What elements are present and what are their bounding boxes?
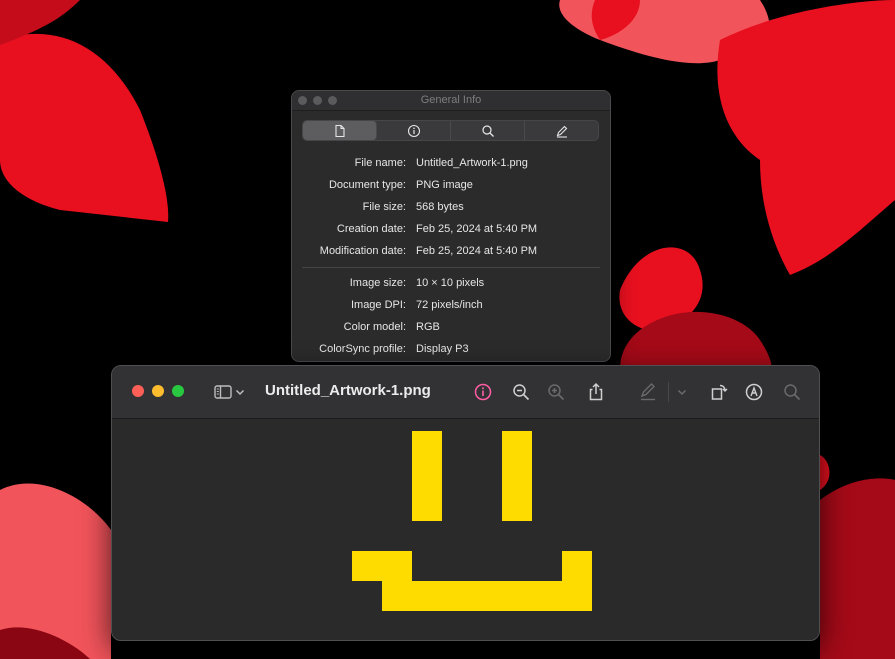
artwork-pixel: [352, 551, 382, 581]
property-row: Image size: 10 × 10 pixels: [292, 273, 610, 295]
inspector-button[interactable]: [472, 381, 494, 403]
tab-general[interactable]: [303, 121, 377, 140]
share-icon: [589, 382, 603, 401]
chevron-down-icon: [677, 389, 687, 396]
pencil-icon: [556, 125, 567, 138]
property-label: ColorSync profile:: [319, 343, 406, 355]
sidebar-icon: [214, 385, 232, 399]
rotate-icon: [711, 384, 728, 400]
tab-more-info[interactable]: [377, 121, 451, 140]
zoom-in-icon: [548, 384, 565, 401]
artwork-pixel: [382, 551, 412, 581]
property-value: Display P3: [416, 343, 469, 355]
artwork-pixel: [412, 461, 442, 491]
markup-button[interactable]: [637, 381, 659, 403]
magnifier-icon: [481, 124, 494, 137]
property-label: File size:: [362, 201, 406, 213]
property-label: Creation date:: [336, 223, 406, 235]
artwork-pixel: [562, 551, 592, 581]
property-row: Document type: PNG image: [292, 175, 610, 197]
info-window-title: General Info: [420, 94, 482, 106]
info-properties: File name: Untitled_Artwork-1.png Documen…: [292, 153, 610, 361]
artwork-pixel: [412, 431, 442, 461]
zoom-out-button[interactable]: [510, 381, 532, 403]
markup-options-button[interactable]: [676, 381, 688, 403]
artwork-pixel: [502, 581, 532, 611]
property-value: PNG image: [416, 179, 473, 191]
info-circle-icon: [407, 124, 420, 137]
artwork-pixel: [532, 581, 562, 611]
property-value: Feb 25, 2024 at 5:40 PM: [416, 223, 538, 235]
chevron-down-icon: [235, 389, 245, 396]
property-row: File name: Untitled_Artwork-1.png: [292, 153, 610, 175]
property-label: Modification date:: [319, 245, 406, 257]
artwork-pixel: [412, 581, 442, 611]
tab-search[interactable]: [451, 121, 525, 140]
property-value: 10 × 10 pixels: [416, 277, 485, 289]
info-icon: [474, 383, 492, 401]
property-label: Image size:: [349, 277, 406, 289]
toolbar-separator: [668, 382, 669, 402]
annotate-icon: [745, 383, 763, 401]
section-divider: [302, 267, 600, 268]
minimize-button[interactable]: [152, 385, 164, 397]
property-row: Image DPI: 72 pixels/inch: [292, 295, 610, 317]
search-icon: [784, 384, 801, 401]
zoom-in-button[interactable]: [545, 381, 567, 403]
info-tab-bar: [302, 120, 599, 141]
property-value: Feb 25, 2024 at 5:40 PM: [416, 245, 538, 257]
wallpaper-shape: [820, 478, 895, 659]
property-row: File size: 568 bytes: [292, 197, 610, 219]
property-label: Document type:: [328, 179, 406, 191]
property-value: RGB: [416, 321, 440, 333]
close-button[interactable]: [132, 385, 144, 397]
sidebar-options-button[interactable]: [234, 381, 246, 403]
property-value: 568 bytes: [416, 201, 464, 213]
artwork-pixel: [382, 581, 412, 611]
general-info-window: General Info File name: Untitled_Artwork-…: [291, 90, 611, 362]
artwork-pixel: [472, 581, 502, 611]
document-title[interactable]: Untitled_Artwork-1.png: [265, 382, 431, 399]
property-row: Modification date: Feb 25, 2024 at 5:40 P…: [292, 241, 610, 263]
sidebar-toggle-button[interactable]: [212, 381, 234, 403]
property-row: Color model: RGB: [292, 317, 610, 339]
tab-annotations[interactable]: [525, 121, 598, 140]
property-label: Image DPI:: [350, 299, 406, 311]
preview-window: Untitled_Artwork-1.png: [111, 365, 820, 641]
preview-toolbar[interactable]: Untitled_Artwork-1.png: [112, 366, 819, 419]
artwork-pixel: [502, 431, 532, 461]
fullscreen-button[interactable]: [172, 385, 184, 397]
property-value: 72 pixels/inch: [416, 299, 483, 311]
annotate-button[interactable]: [743, 381, 765, 403]
rotate-button[interactable]: [708, 381, 730, 403]
artwork-pixel: [412, 491, 442, 521]
artwork-pixel: [502, 491, 532, 521]
share-button[interactable]: [585, 381, 607, 403]
search-button[interactable]: [781, 381, 803, 403]
property-label: Color model:: [343, 321, 406, 333]
artwork-pixel: [562, 581, 592, 611]
property-label: File name:: [354, 157, 406, 169]
property-row: Creation date: Feb 25, 2024 at 5:40 PM: [292, 219, 610, 241]
smiley-artwork: [352, 431, 592, 611]
property-row: ColorSync profile: Display P3: [292, 339, 610, 361]
property-value: Untitled_Artwork-1.png: [416, 157, 528, 169]
zoom-out-icon: [513, 384, 530, 401]
document-icon: [334, 124, 345, 137]
artwork-pixel: [442, 581, 472, 611]
image-canvas[interactable]: [112, 419, 819, 640]
markup-pen-icon: [640, 383, 655, 401]
artwork-pixel: [502, 461, 532, 491]
info-titlebar[interactable]: General Info: [292, 91, 610, 111]
